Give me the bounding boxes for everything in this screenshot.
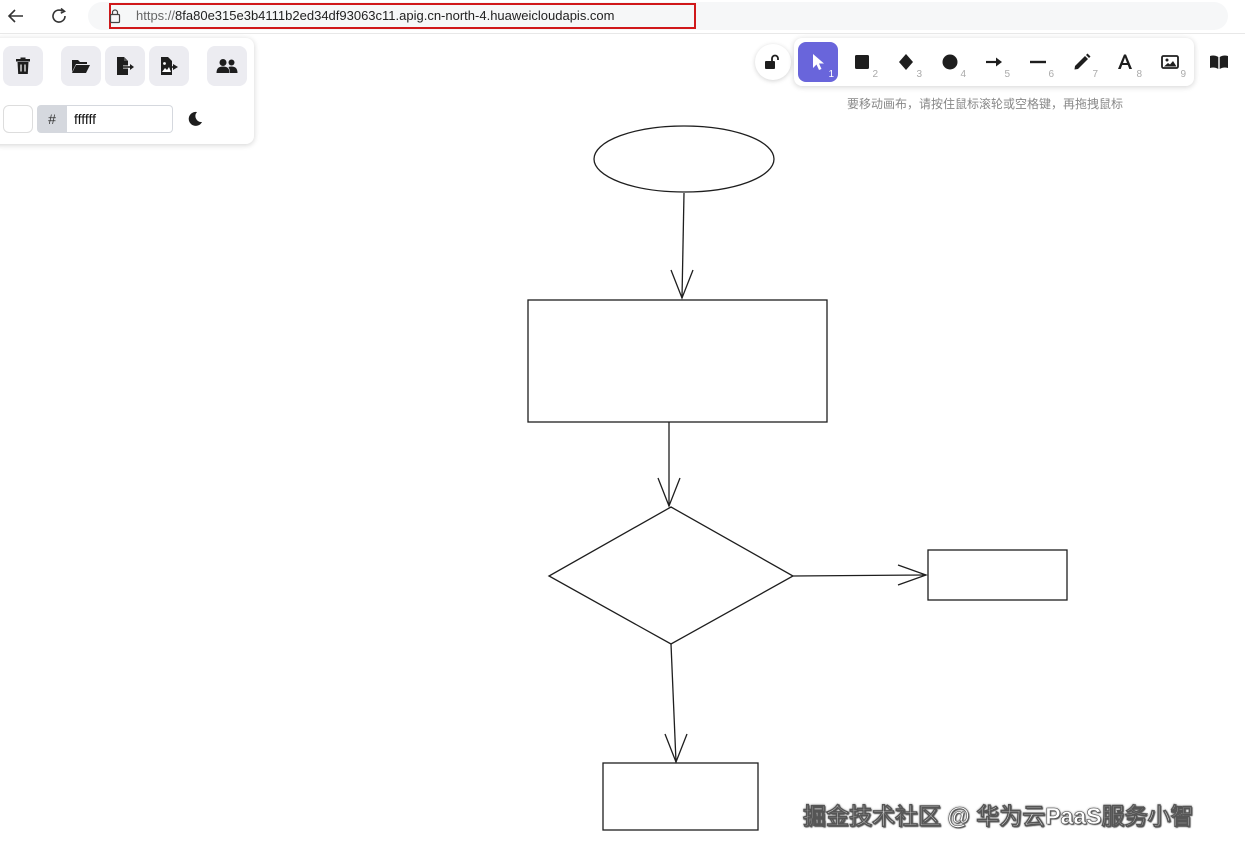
- tool-rectangle[interactable]: 2: [842, 42, 882, 82]
- tool-key-label: 4: [960, 69, 966, 80]
- tool-arrow[interactable]: 5: [974, 42, 1014, 82]
- circle-icon: [942, 54, 958, 70]
- app-root: https://8fa80e315e3b4111b2ed34df93063c11…: [0, 0, 1245, 850]
- browser-bar: https://8fa80e315e3b4111b2ed34df93063c11…: [0, 0, 1245, 34]
- tool-key-label: 8: [1136, 69, 1142, 80]
- hex-prefix-label: #: [37, 105, 67, 133]
- pencil-icon: [1074, 53, 1091, 70]
- background-color-input[interactable]: [67, 105, 173, 133]
- square-icon: [855, 55, 869, 69]
- tool-selection[interactable]: 1: [798, 42, 838, 82]
- page-info-icon[interactable]: [108, 8, 122, 24]
- theme-toggle-button[interactable]: [183, 107, 207, 131]
- arrow-ellipse-to-process[interactable]: [670, 192, 694, 300]
- tool-key-label: 2: [872, 69, 878, 80]
- open-button[interactable]: [61, 46, 101, 86]
- tool-key-label: 3: [916, 69, 922, 80]
- start-ellipse[interactable]: [593, 125, 775, 193]
- diamond-icon: [899, 54, 913, 70]
- url-scheme: https://: [136, 8, 176, 23]
- tool-ellipse[interactable]: 4: [930, 42, 970, 82]
- image-icon: [1161, 55, 1179, 69]
- arrow-left-icon: [7, 9, 23, 23]
- export-image-button[interactable]: [149, 46, 189, 86]
- tool-key-label: 9: [1180, 69, 1186, 80]
- watermark-text: 掘金技术社区 @ 华为云PaaS服务小智: [803, 803, 1194, 830]
- tool-draw[interactable]: 7: [1062, 42, 1102, 82]
- clear-canvas-button[interactable]: [3, 46, 43, 86]
- tool-key-label: 5: [1004, 69, 1010, 80]
- save-button[interactable]: [105, 46, 145, 86]
- arrow-decision-to-end[interactable]: [664, 643, 688, 764]
- pointer-icon: [813, 54, 824, 70]
- branch-rectangle[interactable]: [927, 549, 1068, 601]
- line-icon: [1030, 60, 1046, 64]
- canvas-hint-text: 要移动画布，请按住鼠标滚轮或空格键，再拖拽鼠标: [847, 97, 1124, 111]
- end-rectangle[interactable]: [602, 762, 759, 831]
- folder-open-icon: [72, 60, 90, 73]
- background-color-swatch[interactable]: [3, 105, 33, 133]
- moon-icon: [188, 111, 202, 126]
- arrow-process-to-decision[interactable]: [657, 422, 681, 508]
- reload-button[interactable]: [46, 4, 72, 28]
- tool-line[interactable]: 6: [1018, 42, 1058, 82]
- text-icon: [1118, 54, 1132, 69]
- tool-key-label: 7: [1092, 69, 1098, 80]
- tool-text[interactable]: 8: [1106, 42, 1146, 82]
- library-button[interactable]: [1199, 44, 1239, 80]
- unlock-icon: [765, 54, 779, 69]
- book-open-icon: [1210, 55, 1228, 69]
- process-rectangle[interactable]: [527, 299, 828, 423]
- image-export-icon: [161, 57, 178, 75]
- canvas-actions-panel: #: [0, 38, 254, 144]
- url-host: 8fa80e315e3b4111b2ed34df93063c11.apig.cn…: [175, 8, 615, 23]
- shapes-toolbar: 1 2 3 4 5 6 7 8 9: [794, 38, 1194, 86]
- file-export-icon: [117, 57, 134, 75]
- tool-key-label: 6: [1048, 69, 1054, 80]
- back-button[interactable]: [3, 4, 29, 28]
- url-text[interactable]: https://8fa80e315e3b4111b2ed34df93063c11…: [136, 8, 615, 23]
- reload-icon: [52, 7, 66, 23]
- collaboration-button[interactable]: [207, 46, 247, 86]
- arrow-decision-to-branch[interactable]: [792, 564, 928, 586]
- users-icon: [216, 59, 238, 73]
- tool-image[interactable]: 9: [1150, 42, 1190, 82]
- trash-icon: [16, 57, 30, 74]
- decision-diamond[interactable]: [547, 506, 795, 645]
- tool-lock-button[interactable]: [755, 44, 791, 80]
- tool-diamond[interactable]: 3: [886, 42, 926, 82]
- tool-key-label: 1: [828, 69, 834, 80]
- arrow-right-icon: [986, 57, 1002, 67]
